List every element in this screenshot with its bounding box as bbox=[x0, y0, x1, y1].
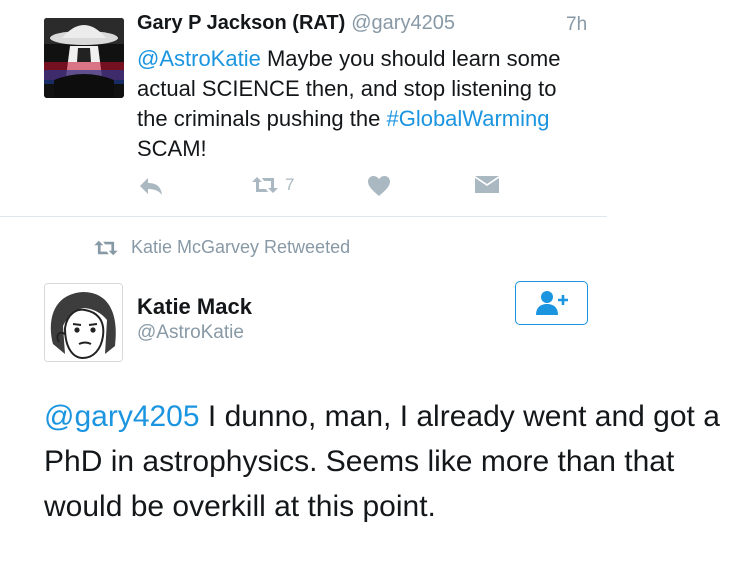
reply-button[interactable] bbox=[138, 175, 164, 197]
follow-button[interactable] bbox=[515, 281, 588, 325]
follow-user-icon bbox=[535, 291, 568, 315]
retweet-count: 7 bbox=[285, 175, 295, 194]
tweet2-text: @gary4205 I dunno, man, I already went a… bbox=[44, 394, 724, 529]
heart-icon bbox=[368, 176, 390, 196]
tweet1-timestamp[interactable]: 7h bbox=[566, 14, 587, 36]
tweet1-text-part2: SCAM! bbox=[137, 136, 207, 161]
tweet2-author-name[interactable]: Katie Mack bbox=[137, 294, 252, 320]
retweet-context-text: Katie McGarvey Retweeted bbox=[131, 237, 351, 257]
tweet1-author-name[interactable]: Gary P Jackson (RAT) bbox=[137, 12, 345, 34]
retweet-context[interactable]: Katie McGarvey Retweeted bbox=[93, 237, 350, 258]
tweet-divider bbox=[0, 216, 607, 217]
tweet1-actions: 7 bbox=[0, 175, 607, 199]
tweet1-mention-link[interactable]: @AstroKatie bbox=[137, 46, 261, 71]
tweet2-author-handle[interactable]: @AstroKatie bbox=[137, 322, 244, 344]
tweet1-header: Gary P Jackson (RAT) @gary4205 bbox=[137, 12, 455, 35]
cartoon-avatar-image bbox=[45, 284, 122, 361]
tweet1-text: @AstroKatie Maybe you should learn some … bbox=[137, 44, 567, 164]
retweet-button[interactable]: 7 bbox=[251, 175, 294, 195]
retweet-icon bbox=[94, 240, 118, 255]
avatar-katie[interactable] bbox=[44, 283, 123, 362]
avatar-gary[interactable] bbox=[44, 18, 124, 98]
tweet2-mention-link[interactable]: @gary4205 bbox=[44, 400, 200, 433]
tweet1-hashtag-link[interactable]: #GlobalWarming bbox=[386, 106, 549, 131]
direct-message-icon bbox=[474, 176, 500, 193]
tweet1-author-handle[interactable]: @gary4205 bbox=[351, 12, 455, 34]
direct-message-button[interactable] bbox=[474, 175, 500, 195]
reply-icon bbox=[140, 178, 162, 195]
retweet-icon bbox=[252, 177, 278, 193]
like-button[interactable] bbox=[367, 175, 391, 197]
spy-avatar-image bbox=[44, 18, 124, 98]
